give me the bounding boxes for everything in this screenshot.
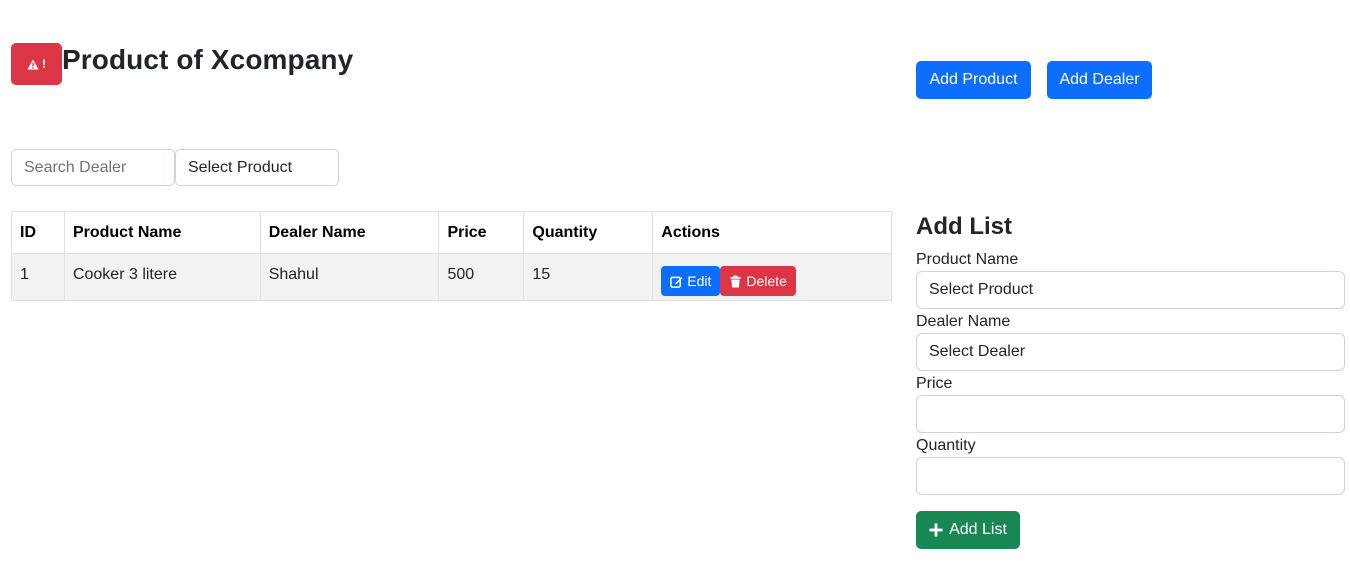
header-dealer-name: Dealer Name	[259, 211, 440, 254]
cell-product-name: Cooker 3 litere	[63, 253, 261, 301]
product-table: ID Product Name Dealer Name Price Quanti…	[11, 211, 892, 301]
edit-button-label: Edit	[687, 273, 712, 289]
plus-icon	[929, 523, 943, 537]
price-input[interactable]	[916, 395, 1345, 433]
product-name-label: Product Name	[916, 251, 1019, 268]
cell-id: 1	[11, 253, 65, 301]
add-product-button[interactable]: Add Product	[916, 61, 1031, 99]
edit-icon	[670, 276, 683, 288]
add-list-button-label: Add List	[949, 521, 1007, 538]
cell-dealer-name: Shahul	[259, 253, 440, 301]
header-quantity: Quantity	[523, 211, 654, 254]
header-id: ID	[11, 211, 65, 254]
cell-price: 500	[438, 253, 525, 301]
add-dealer-button[interactable]: Add Dealer	[1047, 61, 1152, 99]
search-dealer-input[interactable]	[11, 149, 175, 186]
add-list-title: Add List	[916, 213, 1012, 240]
delete-button-label: Delete	[746, 273, 787, 289]
header-actions: Actions	[652, 211, 892, 254]
quantity-label: Quantity	[916, 437, 976, 454]
edit-button[interactable]: Edit	[661, 266, 721, 296]
select-product-filter[interactable]: Select Product	[175, 149, 339, 186]
table-header-row: ID Product Name Dealer Name Price Quanti…	[11, 211, 892, 254]
cell-actions: Edit Delete	[652, 253, 892, 301]
add-list-button[interactable]: Add List	[916, 511, 1020, 549]
cell-quantity: 15	[523, 253, 654, 301]
alert-badge: !	[11, 43, 62, 85]
table-row: 1 Cooker 3 litere Shahul 500 15 Edit Del…	[11, 253, 892, 301]
delete-button[interactable]: Delete	[720, 266, 796, 296]
page-title: Product of Xcompany	[62, 44, 354, 75]
alert-exclamation: !	[42, 57, 46, 71]
dealer-name-label: Dealer Name	[916, 313, 1011, 330]
warning-triangle-icon	[27, 59, 39, 69]
header-product-name: Product Name	[63, 211, 261, 254]
dealer-name-select[interactable]: Select Dealer	[916, 333, 1345, 371]
price-label: Price	[916, 375, 953, 392]
product-name-select[interactable]: Select Product	[916, 271, 1345, 309]
quantity-input[interactable]	[916, 457, 1345, 495]
trash-icon	[730, 275, 741, 287]
header-price: Price	[438, 211, 525, 254]
